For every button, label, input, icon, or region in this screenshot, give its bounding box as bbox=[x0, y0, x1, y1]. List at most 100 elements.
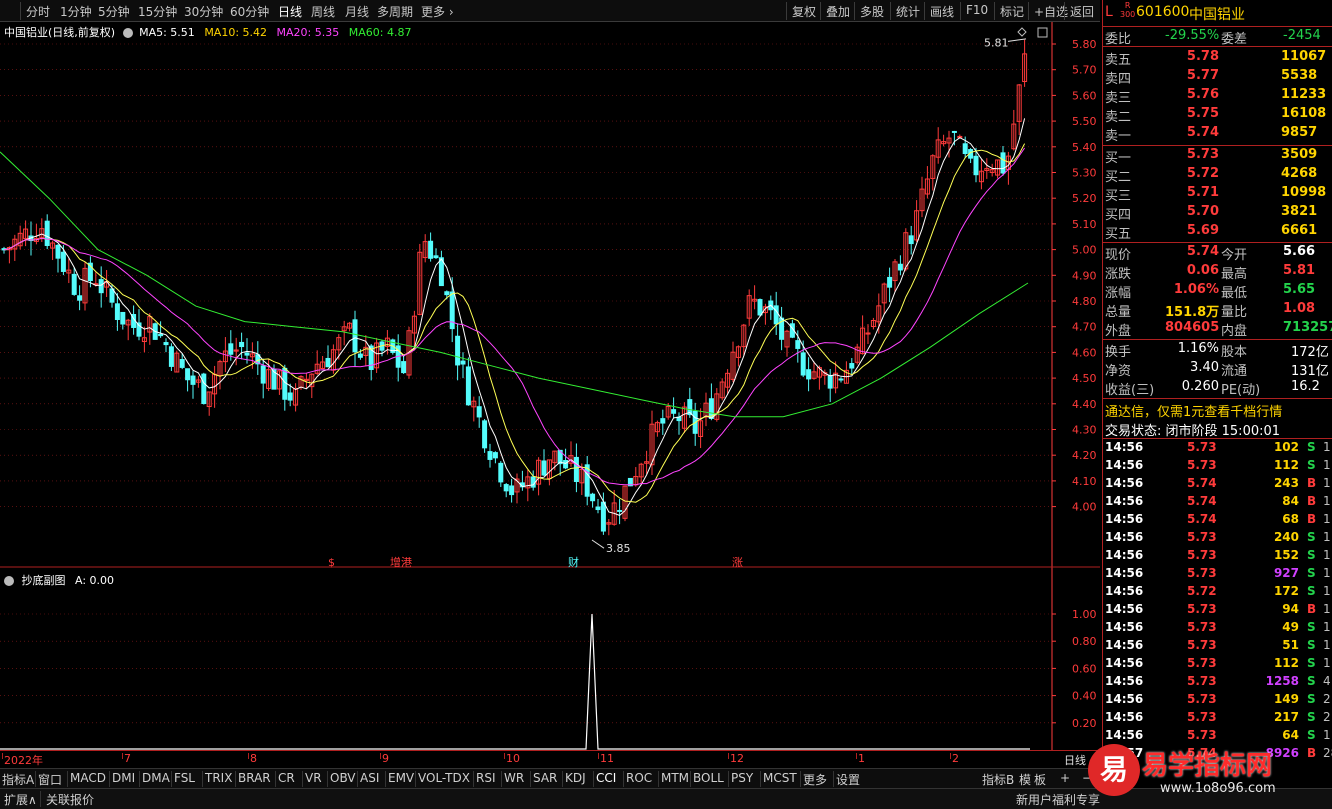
divider bbox=[1103, 242, 1332, 243]
toolbar-button-1[interactable]: 叠加 bbox=[826, 3, 850, 20]
divider bbox=[1103, 339, 1332, 340]
period-5[interactable]: 60分钟 bbox=[230, 3, 269, 20]
indicator-right-3[interactable]: + bbox=[1060, 771, 1070, 785]
level-volume: 11067 bbox=[1281, 49, 1327, 64]
indicator-tab-3[interactable]: DMI bbox=[112, 771, 135, 785]
toolbar-button-7[interactable]: +自选 bbox=[1034, 3, 1068, 20]
indicator-tab-22[interactable]: PSY bbox=[731, 771, 753, 785]
indicator-tab-25[interactable]: 设置 bbox=[836, 771, 860, 788]
period-0[interactable]: 分时 bbox=[26, 3, 50, 20]
period-6[interactable]: 日线 bbox=[278, 3, 302, 20]
indicator-tab-6[interactable]: TRIX bbox=[205, 771, 232, 785]
low-pointer bbox=[591, 539, 605, 549]
divider bbox=[960, 2, 961, 20]
indicator-tab-4[interactable]: DMA bbox=[142, 771, 170, 785]
period-9[interactable]: 多周期 bbox=[377, 3, 413, 20]
buys-level-row[interactable]: 买三 5.71 10998 bbox=[1103, 185, 1332, 204]
tick-direction: S bbox=[1307, 692, 1316, 706]
expand-button[interactable]: 扩展∧ bbox=[4, 791, 37, 808]
tick-volume: 240 bbox=[1273, 530, 1299, 544]
indicator-right-1[interactable]: 模 bbox=[1019, 771, 1031, 788]
toolbar-button-6[interactable]: 标记 bbox=[1000, 3, 1024, 20]
period-3[interactable]: 15分钟 bbox=[138, 3, 177, 20]
indicator-tab-24[interactable]: 更多 bbox=[803, 771, 827, 788]
period-10[interactable]: 更多 › bbox=[421, 3, 454, 20]
sub-tick-label: 0.20 bbox=[1072, 717, 1097, 730]
tick-price: 5.74 bbox=[1187, 476, 1217, 490]
indicator-tab-7[interactable]: BRAR bbox=[238, 771, 271, 785]
sells-level-row[interactable]: 卖四 5.77 5538 bbox=[1103, 68, 1332, 87]
date-label: 7 bbox=[124, 752, 131, 765]
indicator-right-2[interactable]: 板 bbox=[1034, 771, 1046, 788]
indicator-tab-1[interactable]: 窗口 bbox=[38, 771, 62, 788]
candle-body bbox=[492, 452, 498, 459]
tick-price: 5.73 bbox=[1187, 692, 1217, 706]
indicator-tab-8[interactable]: CR bbox=[278, 771, 295, 785]
period-8[interactable]: 月线 bbox=[345, 3, 369, 20]
indicator-tab-2[interactable]: MACD bbox=[70, 771, 106, 785]
indicator-tab-21[interactable]: BOLL bbox=[693, 771, 724, 785]
indicator-tab-5[interactable]: FSL bbox=[174, 771, 195, 785]
new-user-benefit-link[interactable]: 新用户福利专享 bbox=[1016, 791, 1100, 808]
buys-level-row[interactable]: 买四 5.70 3821 bbox=[1103, 204, 1332, 223]
indicator-tab-17[interactable]: KDJ bbox=[565, 771, 586, 785]
toolbar-button-4[interactable]: 画线 bbox=[930, 3, 954, 20]
related-quotes-button[interactable]: 关联报价 bbox=[46, 791, 94, 808]
candle-body bbox=[352, 319, 358, 353]
chevron-down-icon[interactable] bbox=[122, 28, 133, 38]
stat-row: 总量 151.8万 量比 1.08 bbox=[1103, 301, 1332, 320]
sells-level-row[interactable]: 卖二 5.75 16108 bbox=[1103, 106, 1332, 125]
candle-body bbox=[498, 462, 504, 483]
tick-price: 5.74 bbox=[1187, 494, 1217, 508]
toolbar-button-5[interactable]: F10 bbox=[966, 3, 988, 17]
tick-direction: S bbox=[1307, 656, 1316, 670]
divider bbox=[820, 2, 821, 20]
toolbar-button-8[interactable]: 返回 bbox=[1070, 3, 1094, 20]
price-tick-label: 4.50 bbox=[1072, 372, 1097, 385]
indicator-tab-16[interactable]: SAR bbox=[533, 771, 557, 785]
chevron-down-icon[interactable] bbox=[4, 576, 14, 586]
indicator-right-0[interactable]: 指标B bbox=[982, 771, 1014, 788]
tick-direction: S bbox=[1307, 458, 1316, 472]
divider bbox=[1103, 438, 1332, 439]
period-4[interactable]: 30分钟 bbox=[184, 3, 223, 20]
indicator-tab-20[interactable]: MTM bbox=[661, 771, 689, 785]
period-1[interactable]: 1分钟 bbox=[60, 3, 92, 20]
ma20-line bbox=[3, 147, 1026, 486]
promo-banner[interactable]: 通达信，仅需1元查看千档行情 bbox=[1103, 401, 1332, 420]
indicator-tab-19[interactable]: ROC bbox=[626, 771, 652, 785]
price-tick-label: 4.20 bbox=[1072, 449, 1097, 462]
sells-level-row[interactable]: 卖三 5.76 11233 bbox=[1103, 87, 1332, 106]
indicator-tab-14[interactable]: RSI bbox=[476, 771, 496, 785]
tick-direction: S bbox=[1307, 440, 1316, 454]
bottom-fishing-subchart[interactable]: 1.00 0.80 0.60 0.40 0.20 bbox=[0, 568, 1100, 750]
fundamental-row: 收益(三) 0.260 PE(动) 16.2 bbox=[1103, 379, 1332, 398]
price-tick-label: 5.70 bbox=[1072, 64, 1097, 77]
indicator-tab-15[interactable]: WR bbox=[504, 771, 524, 785]
indicator-tab-12[interactable]: EMV bbox=[388, 771, 414, 785]
buys-level-row[interactable]: 买五 5.69 6661 bbox=[1103, 223, 1332, 242]
indicator-tab-18[interactable]: CCI bbox=[596, 771, 616, 785]
promo-text[interactable]: 通达信，仅需1元查看千档行情 bbox=[1105, 401, 1282, 420]
indicator-tab-13[interactable]: VOL-TDX bbox=[418, 771, 470, 785]
sells-level-row[interactable]: 卖五 5.78 11067 bbox=[1103, 49, 1332, 68]
sells-level-row[interactable]: 卖一 5.74 9857 bbox=[1103, 125, 1332, 144]
period-2[interactable]: 5分钟 bbox=[98, 3, 130, 20]
main-candlestick-chart[interactable]: 5.80 5.70 5.60 5.50 5.40 5.30 5.20 5.10 5.00 4.90… bbox=[0, 22, 1100, 568]
indicator-tab-23[interactable]: MCST bbox=[763, 771, 797, 785]
indicator-tab-9[interactable]: VR bbox=[305, 771, 322, 785]
indicator-tab-0[interactable]: 指标A bbox=[2, 771, 34, 788]
buys-level-row[interactable]: 买二 5.72 4268 bbox=[1103, 166, 1332, 185]
indicator-tab-10[interactable]: OBV bbox=[330, 771, 356, 785]
tick-volume: 94 bbox=[1282, 602, 1299, 616]
stat-value: 5.81 bbox=[1283, 263, 1316, 278]
indicator-tab-11[interactable]: ASI bbox=[360, 771, 379, 785]
toolbar-button-2[interactable]: 多股 bbox=[860, 3, 884, 20]
toolbar-button-3[interactable]: 统计 bbox=[896, 3, 920, 20]
toolbar-button-0[interactable]: 复权 bbox=[792, 3, 816, 20]
fundamental-value: 16.2 bbox=[1291, 379, 1320, 394]
ma20-label: MA20: 5.35 bbox=[276, 26, 340, 39]
period-7[interactable]: 周线 bbox=[311, 3, 335, 20]
buys-level-row[interactable]: 买一 5.73 3509 bbox=[1103, 147, 1332, 166]
divider bbox=[623, 771, 624, 787]
